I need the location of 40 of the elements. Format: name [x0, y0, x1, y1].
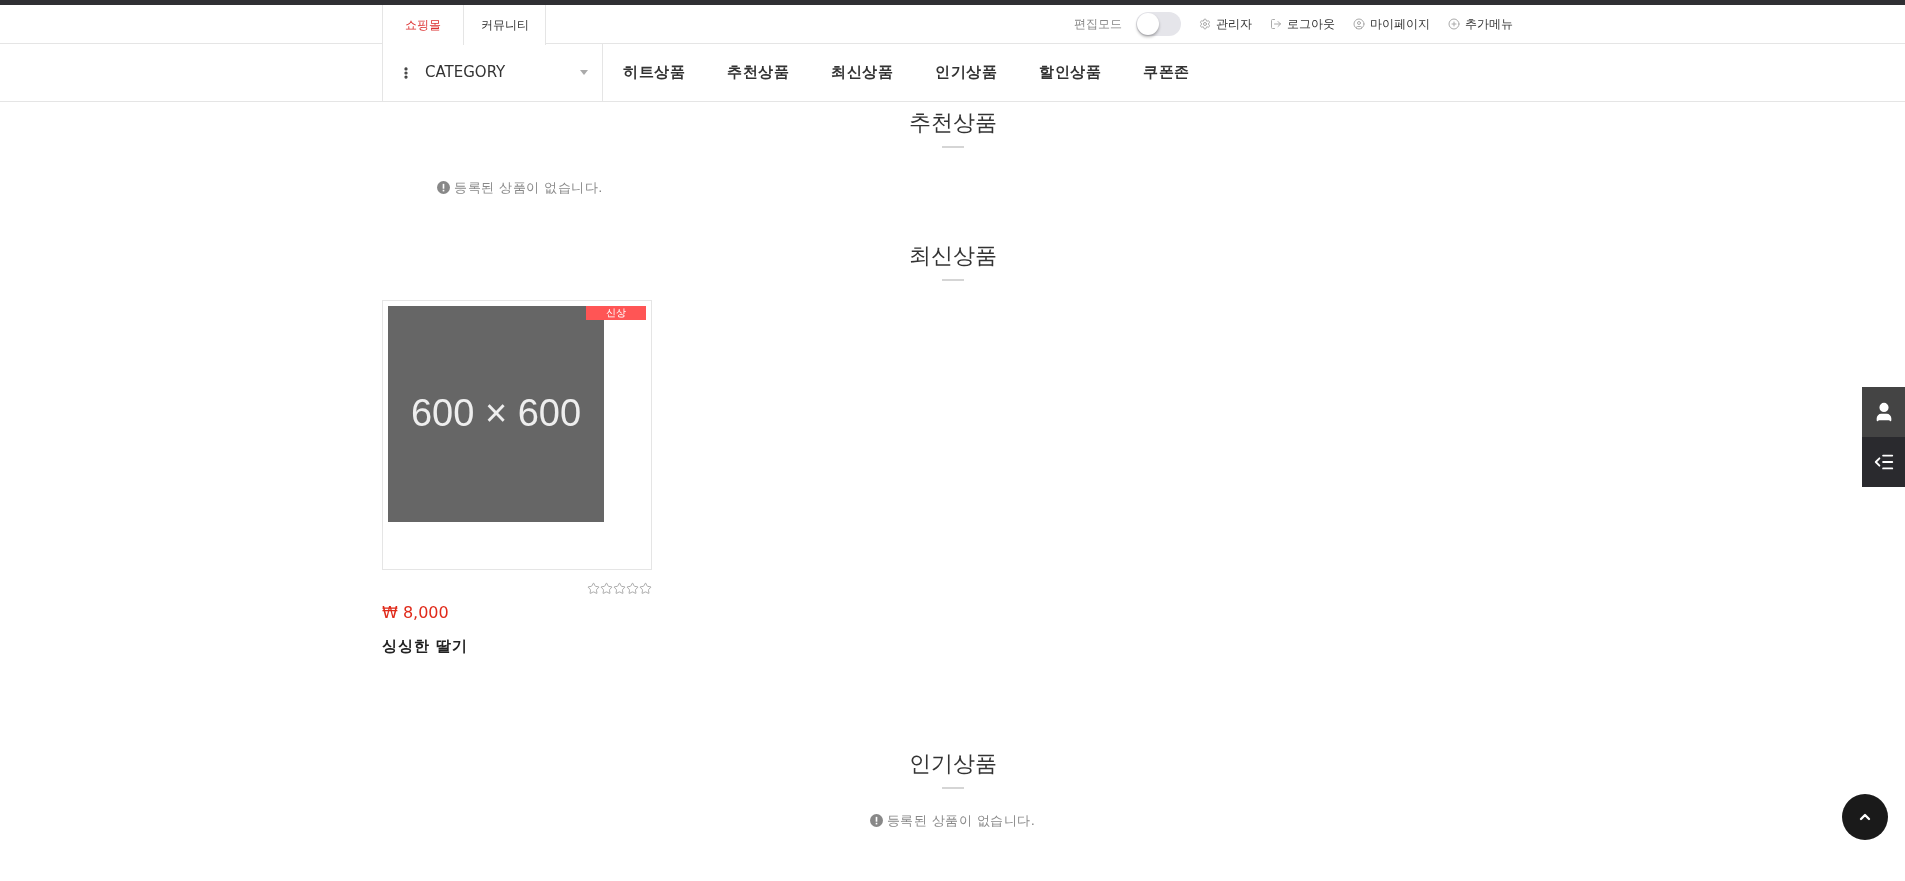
- nav-tab[interactable]: 쇼핑몰: [382, 5, 464, 45]
- star-icon: [587, 581, 600, 595]
- star-icon: [613, 581, 626, 595]
- category-link[interactable]: 인기상품: [935, 61, 997, 84]
- category-link[interactable]: 쿠폰존: [1143, 61, 1190, 84]
- product-card[interactable]: 600 × 600 신상: [382, 299, 652, 570]
- image-caption: 600 × 600: [410, 391, 582, 436]
- caret-icon: [580, 70, 588, 75]
- header-link[interactable]: 관리자: [1199, 15, 1252, 33]
- product-price: ₩ 8,000: [382, 601, 450, 624]
- nav-tab[interactable]: 커뮤니티: [464, 5, 546, 45]
- category-link[interactable]: 추천상품: [727, 61, 789, 84]
- empty-message: 등록된 상품이 없습니다.: [454, 179, 603, 197]
- section-title: 추천상품: [908, 109, 997, 137]
- plus-circle-icon: [1448, 18, 1460, 30]
- category-link[interactable]: 히트상품: [623, 61, 685, 84]
- alert-icon: [437, 181, 450, 195]
- header-link[interactable]: 추가메뉴: [1448, 15, 1513, 33]
- indent-button[interactable]: [1862, 437, 1905, 487]
- star-icon: [626, 581, 639, 595]
- header-link[interactable]: 마이페이지: [1353, 15, 1430, 33]
- category-dropdown[interactable]: CATEGORY: [382, 44, 603, 101]
- new-badge: 신상: [586, 305, 646, 320]
- edit-mode-label: 편집모드: [1074, 16, 1122, 33]
- user-circle-icon: [1353, 18, 1365, 30]
- alert-icon: [869, 814, 883, 828]
- category-link[interactable]: 할인상품: [1039, 61, 1101, 84]
- settings-icon: [1199, 18, 1211, 30]
- section-title: 인기상품: [908, 750, 997, 778]
- product-name: 싱싱한 딸기: [382, 635, 470, 657]
- edit-mode-toggle[interactable]: [1136, 12, 1181, 36]
- section-title: 최신상품: [908, 241, 997, 270]
- empty-message: 등록된 상품이 없습니다.: [886, 812, 1036, 830]
- user-button[interactable]: [1862, 387, 1905, 437]
- logout-icon: [1270, 18, 1282, 30]
- star-icon: [600, 581, 613, 595]
- header-link[interactable]: 로그아웃: [1270, 15, 1335, 33]
- category-link[interactable]: 최신상품: [831, 61, 893, 84]
- star-icon: [639, 581, 652, 595]
- scroll-top-button[interactable]: [1842, 794, 1888, 840]
